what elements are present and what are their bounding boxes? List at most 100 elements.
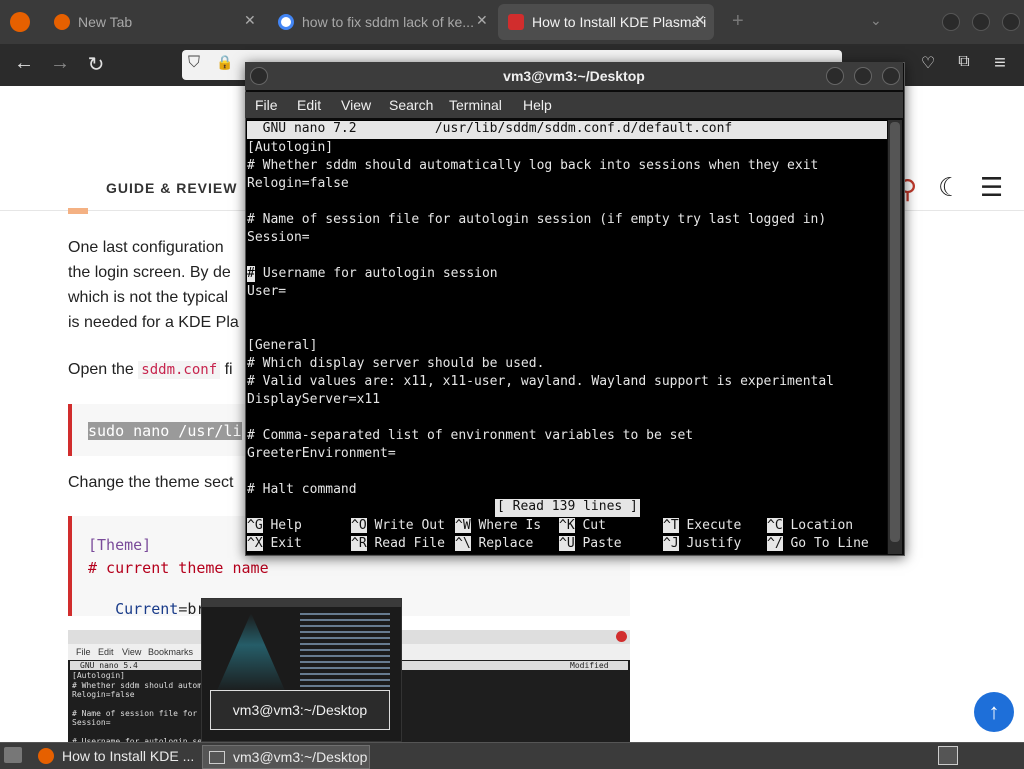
nav-guide-review[interactable]: GUIDE & REVIEW xyxy=(106,180,237,196)
menu-view[interactable]: View xyxy=(341,97,371,113)
minimize-window-button[interactable] xyxy=(942,13,960,31)
modified-flag: Modified xyxy=(570,661,609,670)
task-label: How to Install KDE ... xyxy=(62,748,195,764)
shortcut-read-file[interactable]: ^R Read File xyxy=(351,536,445,551)
file-line: User= xyxy=(247,284,287,299)
file-line: [General] xyxy=(247,338,318,353)
screenshot-close-icon xyxy=(616,631,627,642)
maximize-window-button[interactable] xyxy=(972,13,990,31)
firefox-icon xyxy=(38,748,54,764)
shortcut-where-is[interactable]: ^W Where Is xyxy=(455,518,541,533)
hamburger-menu-icon[interactable]: ≡ xyxy=(986,52,1014,75)
menu-terminal[interactable]: Terminal xyxy=(449,97,502,113)
tab-new-tab[interactable]: New Tab xyxy=(54,4,254,40)
reload-icon[interactable]: ↻ xyxy=(82,52,110,77)
menu-item: View xyxy=(122,647,142,657)
file-line: Username for autologin session xyxy=(255,266,498,281)
shortcut-write-out[interactable]: ^O Write Out xyxy=(351,518,445,533)
sysinfo-block xyxy=(300,613,390,693)
file-line: # Which display server should be used. xyxy=(247,356,545,371)
tab-label: How to Install KDE Plasma i xyxy=(532,14,707,30)
file-line: DisplayServer=x11 xyxy=(247,392,381,407)
shortcut-replace[interactable]: ^\ Replace xyxy=(455,536,533,551)
taskbar-firefox[interactable]: How to Install KDE ... xyxy=(38,745,198,767)
back-icon[interactable]: ← xyxy=(10,52,38,75)
screenshot-line: Relogin=false xyxy=(72,690,135,699)
task-label: vm3@vm3:~/Desktop xyxy=(233,749,368,765)
nano-version: GNU nano 5.4 xyxy=(80,661,138,670)
file-line: # Comma-separated list of environment va… xyxy=(247,428,694,443)
tab-close-icon[interactable]: ✕ xyxy=(244,12,256,29)
firefox-menu-icon[interactable] xyxy=(10,12,30,32)
code-line: [Theme] xyxy=(88,536,152,554)
shortcut-key: ^X xyxy=(247,536,263,551)
shortcut-label: Write Out xyxy=(374,518,445,533)
paragraph-line: One last configuration xyxy=(68,239,224,256)
dark-mode-icon[interactable]: ☾ xyxy=(938,172,961,203)
scrollbar-thumb[interactable] xyxy=(890,122,900,542)
shortcut-paste[interactable]: ^U Paste xyxy=(559,536,622,551)
screenshot-line: # Whether sddm should automati xyxy=(72,681,217,690)
close-window-button[interactable] xyxy=(1002,13,1020,31)
terminal-maximize-button[interactable] xyxy=(854,67,872,85)
tab-label: how to fix sddm lack of ke... xyxy=(302,14,474,30)
menu-file[interactable]: File xyxy=(255,97,278,113)
shield-icon[interactable]: ⛉ xyxy=(188,54,200,72)
screenshot-line: Session= xyxy=(72,718,111,727)
shortcut-cut[interactable]: ^K Cut xyxy=(559,518,606,533)
firefox-icon xyxy=(54,14,70,30)
tray-window-icon[interactable] xyxy=(938,746,958,765)
shortcut-label: Paste xyxy=(582,536,622,551)
nano-titlebar: GNU nano 7.2 /usr/lib/sddm/sddm.conf.d/d… xyxy=(247,121,887,139)
task-tooltip: vm3@vm3:~/Desktop xyxy=(210,690,390,730)
shortcut-help[interactable]: ^G Help xyxy=(247,518,302,533)
shortcut-key: ^\ xyxy=(455,536,471,551)
extensions-icon[interactable]: ⧉ xyxy=(950,53,978,71)
shortcut-key: ^U xyxy=(559,536,575,551)
shortcut-justify[interactable]: ^J Justify xyxy=(663,536,741,551)
shortcut-label: Replace xyxy=(478,536,534,551)
terminal-titlebar[interactable]: vm3@vm3:~/Desktop xyxy=(245,62,903,90)
shortcut-label: Execute xyxy=(686,518,742,533)
shortcut-label: Location xyxy=(790,518,854,533)
file-line: Relogin=false xyxy=(247,176,349,191)
lock-icon[interactable]: 🔒 xyxy=(216,54,233,71)
shortcut-key: ^W xyxy=(455,518,471,533)
shortcut-label: Exit xyxy=(270,536,302,551)
terminal-menu-button[interactable] xyxy=(250,67,268,85)
menu-search[interactable]: Search xyxy=(389,97,433,113)
menu-help[interactable]: Help xyxy=(523,97,552,113)
terminal-minimize-button[interactable] xyxy=(826,67,844,85)
shortcut-label: Help xyxy=(270,518,302,533)
tab-list-icon[interactable]: ⌄ xyxy=(870,12,882,29)
forward-icon[interactable]: → xyxy=(46,52,74,75)
screenshot-line: [Autologin] xyxy=(72,671,125,680)
file-line: # Name of session file for autologin ses… xyxy=(247,212,827,227)
file-line: [Autologin] xyxy=(247,140,334,155)
pocket-icon[interactable]: ♡ xyxy=(914,53,942,73)
new-tab-button[interactable]: + xyxy=(732,10,744,33)
file-line: # Halt command xyxy=(247,482,357,497)
shortcut-label: Go To Line xyxy=(790,536,869,551)
shortcut-key: ^G xyxy=(247,518,263,533)
taskbar-terminal[interactable]: vm3@vm3:~/Desktop xyxy=(202,745,370,769)
menu-icon[interactable]: ☰ xyxy=(980,172,1003,203)
text: Open the xyxy=(68,361,134,378)
scroll-to-top-button[interactable]: ↑ xyxy=(974,692,1014,732)
tab-close-icon[interactable]: ✕ xyxy=(476,12,488,29)
code-key: Current xyxy=(106,600,179,618)
terminal-close-button[interactable] xyxy=(882,67,900,85)
shortcut-key: ^J xyxy=(663,536,679,551)
menu-item: Edit xyxy=(98,647,114,657)
shortcut-execute[interactable]: ^T Execute xyxy=(663,518,741,533)
menu-edit[interactable]: Edit xyxy=(297,97,321,113)
tab-close-icon[interactable]: ✕ xyxy=(694,12,706,29)
shortcut-go-to-line[interactable]: ^/ Go To Line xyxy=(767,536,869,551)
show-desktop-icon[interactable] xyxy=(4,747,22,763)
tab-kde-plasma[interactable]: How to Install KDE Plasma i xyxy=(498,4,714,40)
tab-sddm-search[interactable]: how to fix sddm lack of ke... xyxy=(278,4,474,40)
shortcut-label: Cut xyxy=(582,518,606,533)
shortcut-exit[interactable]: ^X Exit xyxy=(247,536,302,551)
shortcut-location[interactable]: ^C Location xyxy=(767,518,853,533)
code-command[interactable]: sudo nano /usr/li xyxy=(88,422,242,440)
